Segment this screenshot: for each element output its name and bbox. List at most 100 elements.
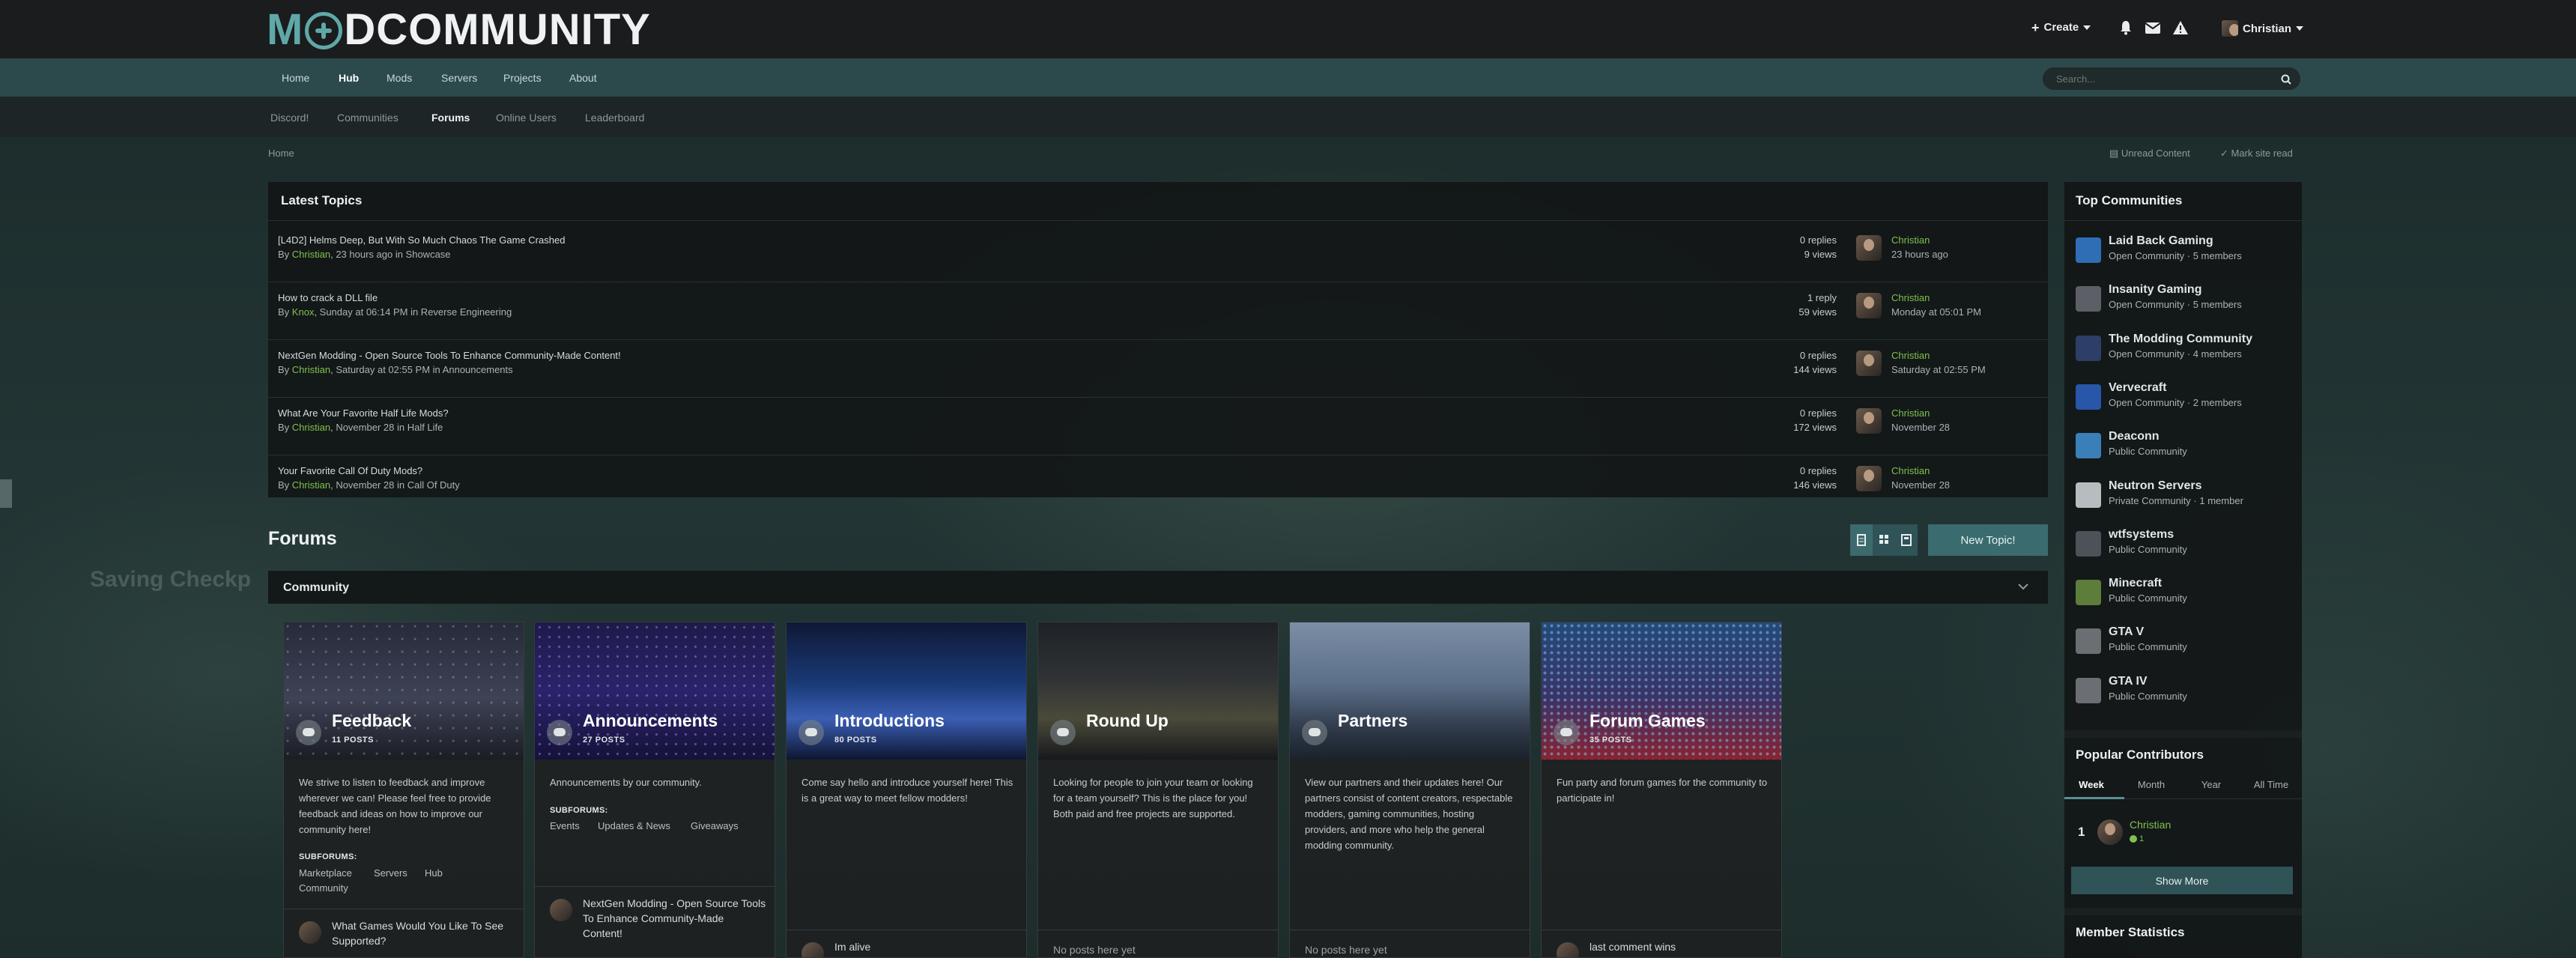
nav-hub[interactable]: Hub: [339, 72, 359, 84]
community-name[interactable]: Minecraft: [2109, 577, 2162, 590]
community-name[interactable]: The Modding Community: [2109, 333, 2252, 346]
last-post-title[interactable]: Im alive: [834, 939, 1018, 954]
last-poster-avatar[interactable]: [1856, 235, 1882, 261]
community-logo-icon[interactable]: [2076, 580, 2101, 606]
last-post-avatar[interactable]: [299, 921, 321, 944]
search-box[interactable]: [2042, 67, 2301, 91]
community-logo-icon[interactable]: [2076, 628, 2101, 655]
forum-name[interactable]: Feedback: [332, 711, 411, 731]
user-menu[interactable]: Christian: [2222, 20, 2304, 37]
contributor-name[interactable]: Christian: [2130, 819, 2171, 831]
forum-name[interactable]: Announcements: [583, 711, 718, 731]
forum-card[interactable]: Feedback 11 POSTS We strive to listen to…: [283, 622, 524, 958]
forum-image[interactable]: [1038, 622, 1278, 760]
last-poster-name[interactable]: Christian: [1891, 407, 1930, 419]
last-post-title[interactable]: What Games Would You Like To See Support…: [332, 918, 515, 948]
forum-card[interactable]: Forum Games 35 POSTS Fun party and forum…: [1541, 622, 1782, 958]
nav-servers[interactable]: Servers: [441, 72, 477, 84]
show-more-button[interactable]: Show More: [2071, 867, 2293, 894]
community-name[interactable]: Insanity Gaming: [2109, 283, 2201, 297]
view-grid-button[interactable]: [1873, 524, 1895, 556]
last-poster-avatar[interactable]: [1856, 466, 1882, 491]
forum-image[interactable]: [1290, 622, 1530, 760]
community-name[interactable]: Deaconn: [2109, 430, 2160, 443]
subnav-discord[interactable]: Discord!: [270, 112, 309, 124]
subnav-communities[interactable]: Communities: [337, 112, 398, 124]
nav-projects[interactable]: Projects: [503, 72, 542, 84]
search-icon[interactable]: [2281, 74, 2291, 85]
last-poster-avatar[interactable]: [1856, 293, 1882, 318]
tab-all-time[interactable]: All Time: [2241, 779, 2301, 790]
chevron-down-icon[interactable]: [2018, 583, 2028, 590]
topic-title[interactable]: NextGen Modding - Open Source Tools To E…: [278, 350, 621, 361]
nav-home[interactable]: Home: [282, 72, 309, 84]
tab-week[interactable]: Week: [2061, 779, 2121, 790]
subnav-online-users[interactable]: Online Users: [496, 112, 557, 124]
tab-month[interactable]: Month: [2121, 779, 2181, 790]
community-logo-icon[interactable]: [2076, 237, 2101, 263]
community-logo-icon[interactable]: [2076, 677, 2101, 703]
last-post-avatar[interactable]: [801, 942, 824, 957]
forum-name[interactable]: Forum Games: [1589, 711, 1706, 731]
forum-name[interactable]: Round Up: [1086, 711, 1169, 731]
envelope-icon[interactable]: [2145, 22, 2160, 34]
subnav-forums[interactable]: Forums: [431, 112, 470, 124]
forum-image[interactable]: [1542, 622, 1781, 760]
last-post-title[interactable]: last comment wins: [1589, 939, 1773, 954]
community-name[interactable]: Laid Back Gaming: [2109, 234, 2213, 248]
create-button[interactable]: + Create: [2031, 21, 2091, 34]
last-post-avatar[interactable]: [550, 899, 572, 921]
community-section-header[interactable]: Community: [268, 571, 2048, 604]
site-logo[interactable]: M DCOMMUNITY: [267, 5, 651, 54]
last-poster-name[interactable]: Christian: [1891, 234, 1930, 246]
forum-image[interactable]: [284, 622, 524, 760]
community-logo-icon[interactable]: [2076, 335, 2101, 361]
search-input[interactable]: [2056, 73, 2266, 85]
topic-title[interactable]: Your Favorite Call Of Duty Mods?: [278, 465, 422, 476]
community-logo-icon[interactable]: [2076, 286, 2101, 312]
topic-title[interactable]: What Are Your Favorite Half Life Mods?: [278, 407, 449, 419]
community-name[interactable]: Vervecraft: [2109, 381, 2166, 395]
topic-author[interactable]: Christian: [292, 249, 330, 260]
last-poster-name[interactable]: Christian: [1891, 292, 1930, 303]
nav-mods[interactable]: Mods: [387, 72, 412, 84]
community-logo-icon[interactable]: [2076, 433, 2101, 459]
community-logo-icon[interactable]: [2076, 482, 2101, 508]
last-poster-avatar[interactable]: [1856, 351, 1882, 376]
community-name[interactable]: GTA IV: [2109, 675, 2148, 688]
topic-title[interactable]: How to crack a DLL file: [278, 292, 378, 303]
community-logo-icon[interactable]: [2076, 530, 2101, 557]
warning-icon[interactable]: [2172, 20, 2189, 35]
subforum-link[interactable]: Updates & News: [598, 820, 670, 831]
subforum-link[interactable]: Giveaways: [691, 820, 739, 831]
community-logo-icon[interactable]: [2076, 383, 2101, 410]
forum-card[interactable]: Announcements 27 POSTS Announcements by …: [534, 622, 775, 958]
forum-name[interactable]: Introductions: [834, 711, 945, 731]
subforum-link[interactable]: Community: [299, 882, 348, 894]
unread-content-link[interactable]: ▤ Unread Content: [2109, 148, 2190, 160]
view-fluid-button[interactable]: [1895, 524, 1918, 556]
last-poster-avatar[interactable]: [1856, 408, 1882, 434]
community-name[interactable]: GTA V: [2109, 625, 2144, 639]
last-post-title[interactable]: NextGen Modding - Open Source Tools To E…: [583, 896, 766, 941]
last-poster-name[interactable]: Christian: [1891, 465, 1930, 476]
view-list-button[interactable]: [1850, 524, 1873, 556]
forum-name[interactable]: Partners: [1338, 711, 1407, 731]
subforum-link[interactable]: Servers: [374, 867, 407, 879]
bell-icon[interactable]: [2119, 20, 2133, 35]
topic-title[interactable]: [L4D2] Helms Deep, But With So Much Chao…: [278, 234, 565, 246]
contributor-avatar[interactable]: [2097, 819, 2123, 845]
tab-year[interactable]: Year: [2181, 779, 2241, 790]
forum-card[interactable]: Partners View our partners and their upd…: [1289, 622, 1530, 958]
nav-about[interactable]: About: [569, 72, 597, 84]
topic-author[interactable]: Knox: [292, 306, 315, 318]
forum-card[interactable]: Round Up Looking for people to join your…: [1037, 622, 1279, 958]
topic-author[interactable]: Christian: [292, 479, 330, 491]
new-topic-button[interactable]: New Topic!: [1928, 524, 2048, 556]
subforum-link[interactable]: Hub: [425, 867, 443, 879]
last-post-avatar[interactable]: [1557, 942, 1579, 957]
subforum-link[interactable]: Marketplace: [299, 867, 352, 879]
forum-image[interactable]: [535, 622, 775, 760]
community-name[interactable]: wtfsystems: [2109, 528, 2174, 542]
topic-author[interactable]: Christian: [292, 364, 330, 375]
